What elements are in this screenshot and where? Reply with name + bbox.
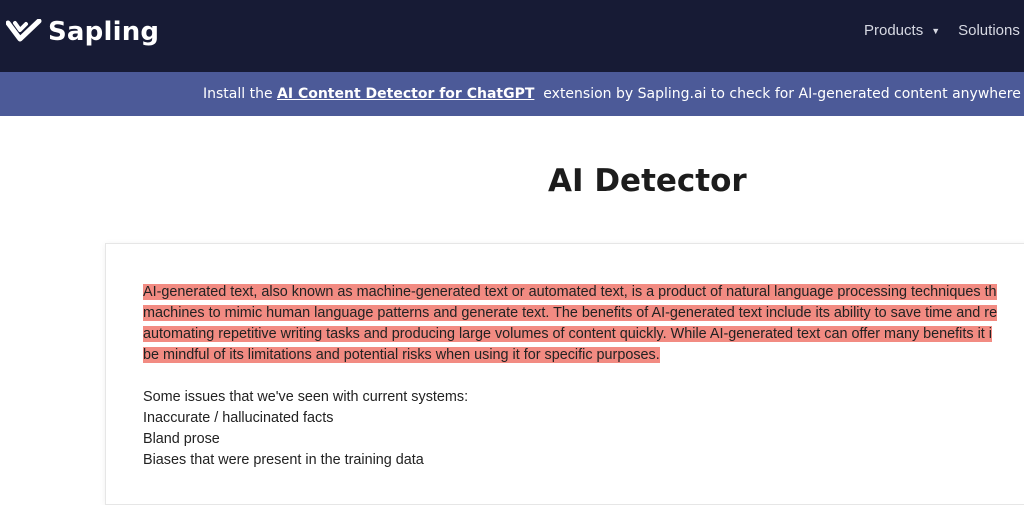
nav-item-products-label: Products bbox=[864, 22, 924, 39]
nav-item-products[interactable]: Products ▼ bbox=[864, 22, 940, 39]
sapling-logo[interactable]: Sapling bbox=[6, 14, 159, 50]
extension-banner: Install the AI Content Detector for Chat… bbox=[0, 72, 1024, 116]
sapling-logo-icon bbox=[6, 19, 42, 42]
highlighted-text: be mindful of its limitations and potent… bbox=[143, 347, 660, 363]
highlighted-line: be mindful of its limitations and potent… bbox=[143, 345, 1024, 366]
highlighted-line: AI-generated text, also known as machine… bbox=[143, 282, 1024, 303]
text-editor[interactable]: AI-generated text, also known as machine… bbox=[105, 243, 1024, 505]
highlighted-line: automating repetitive writing tasks and … bbox=[143, 324, 1024, 345]
text-line: Some issues that we've seen with current… bbox=[143, 389, 469, 405]
nav-links: Products ▼ Solutions bbox=[864, 22, 1020, 39]
banner-suffix: extension by Sapling.ai to check for AI-… bbox=[543, 86, 1021, 102]
banner-extension-link[interactable]: AI Content Detector for ChatGPT bbox=[277, 86, 534, 102]
brand-name: Sapling bbox=[48, 17, 160, 47]
highlighted-text: AI-generated text, also known as machine… bbox=[143, 284, 997, 300]
page-title: AI Detector bbox=[548, 163, 747, 199]
highlighted-text: machines to mimic human language pattern… bbox=[143, 305, 998, 321]
top-navbar: Sapling Products ▼ Solutions bbox=[0, 0, 1024, 72]
text-line: Bland prose bbox=[143, 431, 220, 447]
highlighted-line: machines to mimic human language pattern… bbox=[143, 303, 1024, 324]
banner-prefix: Install the bbox=[203, 86, 278, 102]
banner-text: Install the AI Content Detector for Chat… bbox=[203, 72, 1024, 116]
editor-content[interactable]: AI-generated text, also known as machine… bbox=[143, 282, 1024, 471]
highlighted-text: automating repetitive writing tasks and … bbox=[143, 326, 992, 342]
nav-item-solutions[interactable]: Solutions bbox=[958, 22, 1020, 39]
caret-down-icon: ▼ bbox=[931, 25, 941, 36]
text-line: Biases that were present in the training… bbox=[143, 452, 424, 468]
text-line: Inaccurate / hallucinated facts bbox=[143, 410, 334, 426]
nav-item-solutions-label: Solutions bbox=[958, 22, 1020, 39]
